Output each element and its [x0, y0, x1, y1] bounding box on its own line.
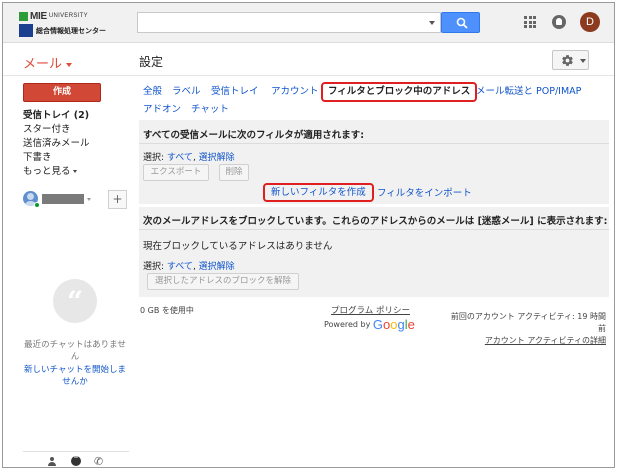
create-filter-link[interactable]: 新しいフィルタを作成 [263, 183, 374, 202]
add-chat-button[interactable]: + [108, 190, 127, 209]
notifications-icon[interactable] [552, 15, 566, 29]
tab-accounts[interactable]: アカウント [271, 84, 319, 100]
sidebar: 作成 受信トレイ (2) スター付き 送信済みメール 下書き もっと見る + “… [3, 77, 130, 467]
last-activity-text: 前回のアカウント アクティビティ: 19 時間前 [450, 312, 606, 333]
select-label: 選択: [143, 262, 165, 272]
select-none-link[interactable]: 選択解除 [199, 262, 235, 272]
tab-addons[interactable]: アドオン [143, 102, 181, 118]
export-button[interactable]: エクスポート [143, 164, 209, 181]
select-all-link[interactable]: すべて [167, 153, 193, 163]
unblock-selected-button[interactable]: 選択したアドレスのブロックを解除 [147, 273, 299, 290]
top-header: MIE UNIVERSITY 総合情報処理センター D [3, 3, 614, 43]
sidebar-item-starred[interactable]: スター付き [23, 123, 127, 137]
sidebar-item-sent[interactable]: 送信済みメール [23, 137, 127, 151]
no-recent-chats-text: 最近のチャットはありません [24, 340, 126, 362]
activity-details-link[interactable]: アカウント アクティビティの詳細 [444, 335, 606, 346]
powered-by-google: Powered by Google [324, 317, 415, 332]
tab-chat[interactable]: チャット [191, 102, 229, 118]
blocked-title: 次のメールアドレスをブロックしています。これらのアドレスからのメールは [迷惑メ… [143, 216, 608, 227]
hangouts-chat-icon[interactable] [71, 455, 81, 466]
sidebar-item-drafts[interactable]: 下書き [23, 151, 127, 165]
tab-inbox[interactable]: 受信トレイ [211, 84, 259, 100]
sidebar-nav: 受信トレイ (2) スター付き 送信済みメール 下書き もっと見る [23, 109, 127, 179]
page-title: 設定 [139, 55, 164, 69]
compose-button[interactable]: 作成 [23, 83, 101, 102]
select-all-link[interactable]: すべて [167, 262, 193, 272]
hangouts-icon: “ [53, 279, 97, 323]
tab-filters-blocked[interactable]: フィルタとブロック中のアドレス [321, 82, 478, 102]
chevron-down-icon[interactable] [87, 198, 91, 201]
storage-usage: 0 GB を使用中 [140, 306, 194, 315]
search-options-dropdown-icon[interactable] [429, 21, 435, 25]
search-input[interactable] [137, 12, 441, 33]
tab-forwarding-pop-imap[interactable]: メール転送と POP/IMAP [476, 84, 581, 100]
google-logo: Google [372, 317, 415, 332]
apps-grid-icon[interactable] [524, 16, 536, 28]
tab-general[interactable]: 全般 [143, 84, 162, 100]
import-filter-link[interactable]: フィルタをインポート [377, 185, 472, 199]
powered-by-label: Powered by [324, 320, 371, 329]
blocked-panel: 次のメールアドレスをブロックしています。これらのアドレスからのメールは [迷惑メ… [139, 207, 609, 297]
gear-icon [562, 55, 573, 66]
filters-panel: すべての受信メールに次のフィルタが適用されます: 選択: すべて, 選択解除 エ… [139, 120, 609, 204]
logo-mark-icon [19, 11, 28, 21]
chevron-down-icon [72, 170, 77, 173]
logo-university: UNIVERSITY [48, 13, 88, 19]
filters-title: すべての受信メールに次のフィルタが適用されます: [143, 130, 365, 141]
app-window: MIE UNIVERSITY 総合情報処理センター D メール 設定 作成 受信… [2, 2, 615, 468]
logo-mie: MIE [30, 10, 47, 22]
sidebar-more-label: もっと見る [23, 166, 71, 177]
phone-icon[interactable]: ✆ [94, 455, 103, 467]
delete-button[interactable]: 削除 [219, 164, 249, 181]
chat-user-name-redacted[interactable] [42, 194, 84, 204]
sidebar-footer: ✆ [23, 451, 129, 467]
tab-labels[interactable]: ラベル [172, 84, 201, 100]
contacts-icon[interactable] [48, 457, 56, 466]
chevron-down-icon [66, 62, 73, 67]
no-blocked-text: 現在ブロックしているアドレスはありません [143, 241, 333, 252]
sidebar-item-inbox[interactable]: 受信トレイ (2) [23, 109, 127, 123]
university-logo[interactable]: MIE UNIVERSITY 総合情報処理センター [19, 10, 123, 38]
program-policy-link[interactable]: プログラム ポリシー [331, 304, 410, 316]
blocked-select-row: 選択: すべて, 選択解除 [143, 262, 235, 272]
chat-user-row: + [23, 190, 129, 210]
mail-label: メール [23, 57, 63, 72]
select-none-link[interactable]: 選択解除 [199, 153, 235, 163]
settings-main: 全般 ラベル 受信トレイ アカウント フィルタとブロック中のアドレス メール転送… [139, 77, 614, 467]
search-icon [456, 17, 468, 29]
account-avatar[interactable]: D [580, 12, 600, 32]
search-button[interactable] [441, 12, 480, 33]
logo-center-name: 総合情報処理センター [36, 26, 106, 35]
sub-header: メール 設定 [3, 44, 614, 76]
settings-button[interactable] [552, 50, 589, 70]
sidebar-item-more[interactable]: もっと見る [23, 165, 127, 179]
logo-emblem-icon [19, 24, 33, 37]
online-status-icon [34, 202, 40, 208]
chevron-down-icon [580, 59, 586, 63]
start-new-chat-link[interactable]: 新しいチャットを開始しませんか [21, 364, 129, 388]
select-label: 選択: [143, 153, 165, 163]
mail-switcher[interactable]: メール [23, 53, 73, 72]
filters-select-row: 選択: すべて, 選択解除 [143, 153, 235, 163]
